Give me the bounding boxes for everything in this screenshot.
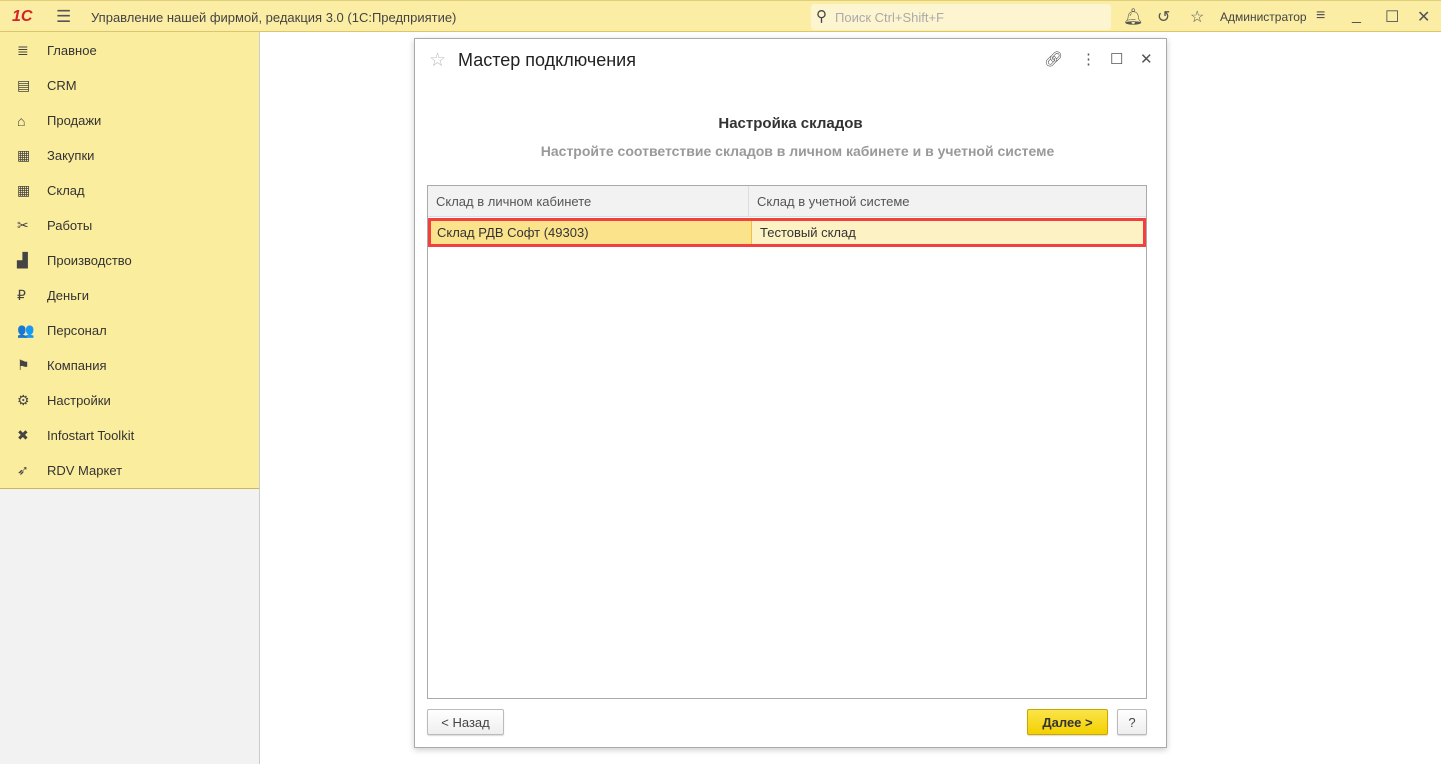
sidebar-item-label: Infostart Toolkit xyxy=(47,428,135,443)
sidebar-item-label: Главное xyxy=(47,43,97,58)
section-icon: ▦ xyxy=(17,147,31,163)
next-button[interactable]: Далее > xyxy=(1027,709,1108,735)
user-name[interactable]: Администратор xyxy=(1220,10,1307,24)
section-icon: ➶ xyxy=(17,462,29,478)
sidebar-item[interactable]: ▤ CRM xyxy=(0,68,259,103)
section-icon: ⌂ xyxy=(17,112,26,129)
table-row[interactable]: Склад РДВ Софт (49303) Тестовый склад xyxy=(428,218,1146,247)
sidebar-item[interactable]: ➶ RDV Маркет xyxy=(0,453,259,488)
search-placeholder: Поиск Ctrl+Shift+F xyxy=(835,10,944,25)
close-icon[interactable]: ✕ xyxy=(1417,7,1430,27)
section-icon: ▤ xyxy=(17,77,31,93)
section-icon: ✖ xyxy=(17,427,29,443)
more-icon[interactable]: ⋮ xyxy=(1081,50,1096,68)
link-icon[interactable]: 🔗︎ xyxy=(1044,50,1063,68)
sidebar-item[interactable]: ≣ Главное xyxy=(0,33,259,68)
sidebar-item[interactable]: ▟ Производство xyxy=(0,243,259,278)
star-icon[interactable]: ☆ xyxy=(1190,7,1204,27)
back-button[interactable]: < Назад xyxy=(427,709,504,735)
sidebar-item-label: CRM xyxy=(47,78,77,93)
favorite-star-icon[interactable]: ☆ xyxy=(429,49,446,72)
section-icon: ₽ xyxy=(17,287,26,303)
search-input[interactable]: ⚲ Поиск Ctrl+Shift+F xyxy=(811,4,1111,30)
section-heading: Настройка складов xyxy=(718,115,863,132)
sidebar-item[interactable]: ✂ Работы xyxy=(0,208,259,243)
bell-icon[interactable]: 🔔︎ xyxy=(1123,7,1143,27)
menu-icon[interactable]: ☰ xyxy=(56,7,71,27)
section-icon: 👥 xyxy=(17,322,35,338)
sidebar-item-label: RDV Маркет xyxy=(47,463,123,478)
help-button[interactable]: ? xyxy=(1117,709,1147,735)
sidebar-item[interactable]: ✖ Infostart Toolkit xyxy=(0,418,259,453)
sidebar-item[interactable]: ⚑ Компания xyxy=(0,348,259,383)
warehouse-mapping-table: Склад в личном кабинете Склад в учетной … xyxy=(427,185,1147,699)
app-title: Управление нашей фирмой, редакция 3.0 (1… xyxy=(91,10,457,25)
minimize-icon[interactable]: _ xyxy=(1352,7,1361,25)
dialog-title: Мастер подключения xyxy=(458,50,636,70)
sidebar-item-label: Деньги xyxy=(47,288,89,303)
connection-wizard-dialog: ☆ Мастер подключения 🔗︎ ⋮ ☐ ✕ Настройка … xyxy=(414,38,1167,748)
sidebar-item-label: Компания xyxy=(47,358,107,373)
section-icon: ✂ xyxy=(17,217,29,233)
sidebar-item-label: Работы xyxy=(47,218,93,233)
sidebar-item-label: Склад xyxy=(47,183,85,198)
search-icon: ⚲ xyxy=(816,8,827,25)
maximize-icon[interactable]: ☐ xyxy=(1385,7,1399,27)
close-icon[interactable]: ✕ xyxy=(1140,50,1153,68)
sidebar-item[interactable]: 👥 Персонал xyxy=(0,313,259,348)
sidebar-item-label: Персонал xyxy=(47,323,107,338)
maximize-icon[interactable]: ☐ xyxy=(1110,50,1123,68)
app-logo: 1С xyxy=(12,8,33,25)
section-icon: ⚑ xyxy=(17,357,30,373)
section-icon: ▟ xyxy=(17,252,28,268)
sidebar-item[interactable]: ▦ Закупки xyxy=(0,138,259,173)
column-header[interactable]: Склад в личном кабинете xyxy=(428,186,749,216)
sidebar-item-label: Продажи xyxy=(47,113,102,128)
sidebar-item-label: Закупки xyxy=(47,148,95,163)
history-icon[interactable]: ↺ xyxy=(1157,7,1170,27)
section-icon: ▦ xyxy=(17,182,31,198)
table-cell[interactable]: Склад РДВ Софт (49303) xyxy=(431,221,752,244)
sidebar: ≣ Главное ▤ CRM ⌂ Продажи ▦ Закупки ▦ Склад ✂ Работ… xyxy=(0,32,260,764)
sidebar-item[interactable]: ⌂ Продажи xyxy=(0,103,259,138)
section-icon: ≣ xyxy=(17,42,29,58)
sidebar-item[interactable]: ₽ Деньги xyxy=(0,278,259,313)
top-bar: 1С ☰ Управление нашей фирмой, редакция 3… xyxy=(0,0,1441,32)
table-cell[interactable]: Тестовый склад xyxy=(752,221,1143,244)
settings-menu-icon[interactable]: ≡ xyxy=(1316,7,1325,25)
section-icon: ⚙ xyxy=(17,392,30,408)
sidebar-item[interactable]: ▦ Склад xyxy=(0,173,259,208)
section-subheading: Настройте соответствие складов в личном … xyxy=(540,143,1055,159)
sidebar-item[interactable]: ⚙ Настройки xyxy=(0,383,259,418)
column-header[interactable]: Склад в учетной системе xyxy=(749,186,1146,216)
sidebar-item-label: Настройки xyxy=(47,393,111,408)
sidebar-item-label: Производство xyxy=(47,253,132,268)
